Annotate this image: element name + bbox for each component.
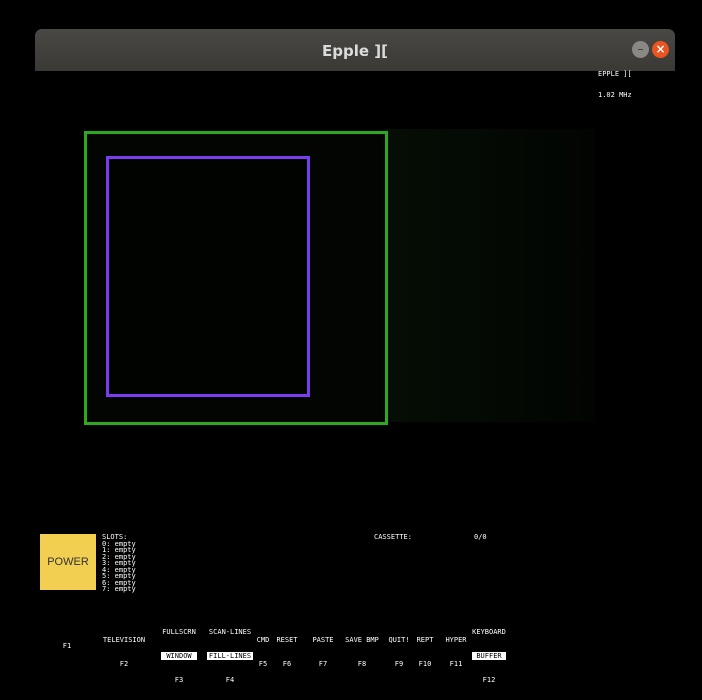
f5-cmd-key[interactable]: CMD F5 xyxy=(255,620,271,684)
f8-label: SAVE BMP xyxy=(345,636,379,644)
f9-quit-key[interactable]: QUIT! F9 xyxy=(388,620,410,684)
f6-label: RESET xyxy=(276,636,298,644)
f6-reset-key[interactable]: RESET F6 xyxy=(275,620,299,684)
f3-selected-label: WINDOW xyxy=(161,652,197,660)
cpu-speed-label: 1.02 MHz xyxy=(598,91,632,99)
f4-key-label: F4 xyxy=(225,676,235,684)
f3-display-mode-key[interactable]: FULLSCRN WINDOW F3 xyxy=(161,612,197,700)
f10-key-label: F10 xyxy=(418,660,432,668)
f11-label: HYPER xyxy=(445,636,467,644)
window-title: Epple ][ xyxy=(322,42,388,60)
f4-top-label: SCAN-LINES xyxy=(208,628,252,636)
f10-label: REPT xyxy=(416,636,434,644)
f2-label: TELEVISION xyxy=(102,636,146,644)
slots-panel: SLOTS: 0: empty 1: empty 2: empty 3: emp… xyxy=(102,534,136,593)
f12-selected-label: BUFFER xyxy=(472,652,506,660)
f12-top-label: KEYBOARD xyxy=(472,628,506,636)
f9-label: QUIT! xyxy=(388,636,410,644)
cassette-counter: 0/0 xyxy=(474,533,487,541)
f7-paste-key[interactable]: PASTE F7 xyxy=(311,620,335,684)
minimize-button[interactable]: – xyxy=(632,41,649,58)
f11-key-label: F11 xyxy=(449,660,463,668)
f11-hyper-key[interactable]: HYPER F11 xyxy=(444,620,468,684)
f10-rept-key[interactable]: REPT F10 xyxy=(415,620,435,684)
f4-selected-label: FILL-LINES xyxy=(207,652,253,660)
f8-save-bmp-key[interactable]: SAVE BMP F8 xyxy=(344,620,380,684)
inner-display-frame xyxy=(106,156,310,397)
f2-key-label: F2 xyxy=(119,660,129,668)
slot-7[interactable]: 7: empty xyxy=(102,586,136,593)
f3-key-label: F3 xyxy=(174,676,184,684)
model-label: EPPLE ][ xyxy=(598,70,632,78)
emulator-screen[interactable]: EPPLE ][ 1.02 MHz POWER SLOTS: 0: empty … xyxy=(35,70,675,684)
f9-key-label: F9 xyxy=(394,660,404,668)
f5-key-label: F5 xyxy=(258,660,268,668)
window-titlebar[interactable]: Epple ][ – × xyxy=(35,29,675,71)
f2-television-key[interactable]: TELEVISION F2 xyxy=(100,620,148,684)
f7-label: PASTE xyxy=(312,636,334,644)
close-button[interactable]: × xyxy=(652,41,669,58)
f3-top-label: FULLSCRN xyxy=(162,628,196,636)
f8-key-label: F8 xyxy=(357,660,367,668)
f1-key[interactable]: F1 xyxy=(59,626,75,666)
power-button[interactable]: POWER xyxy=(40,534,96,590)
cassette-label: CASSETTE: xyxy=(374,533,412,541)
f1-key-label: F1 xyxy=(62,642,72,650)
f12-keyboard-key[interactable]: KEYBOARD BUFFER F12 xyxy=(472,612,506,700)
display-ghost-area xyxy=(385,129,595,422)
f6-key-label: F6 xyxy=(282,660,292,668)
f4-scanlines-key[interactable]: SCAN-LINES FILL-LINES F4 xyxy=(207,612,253,700)
f12-key-label: F12 xyxy=(482,676,496,684)
f7-key-label: F7 xyxy=(318,660,328,668)
f5-label: CMD xyxy=(256,636,270,644)
